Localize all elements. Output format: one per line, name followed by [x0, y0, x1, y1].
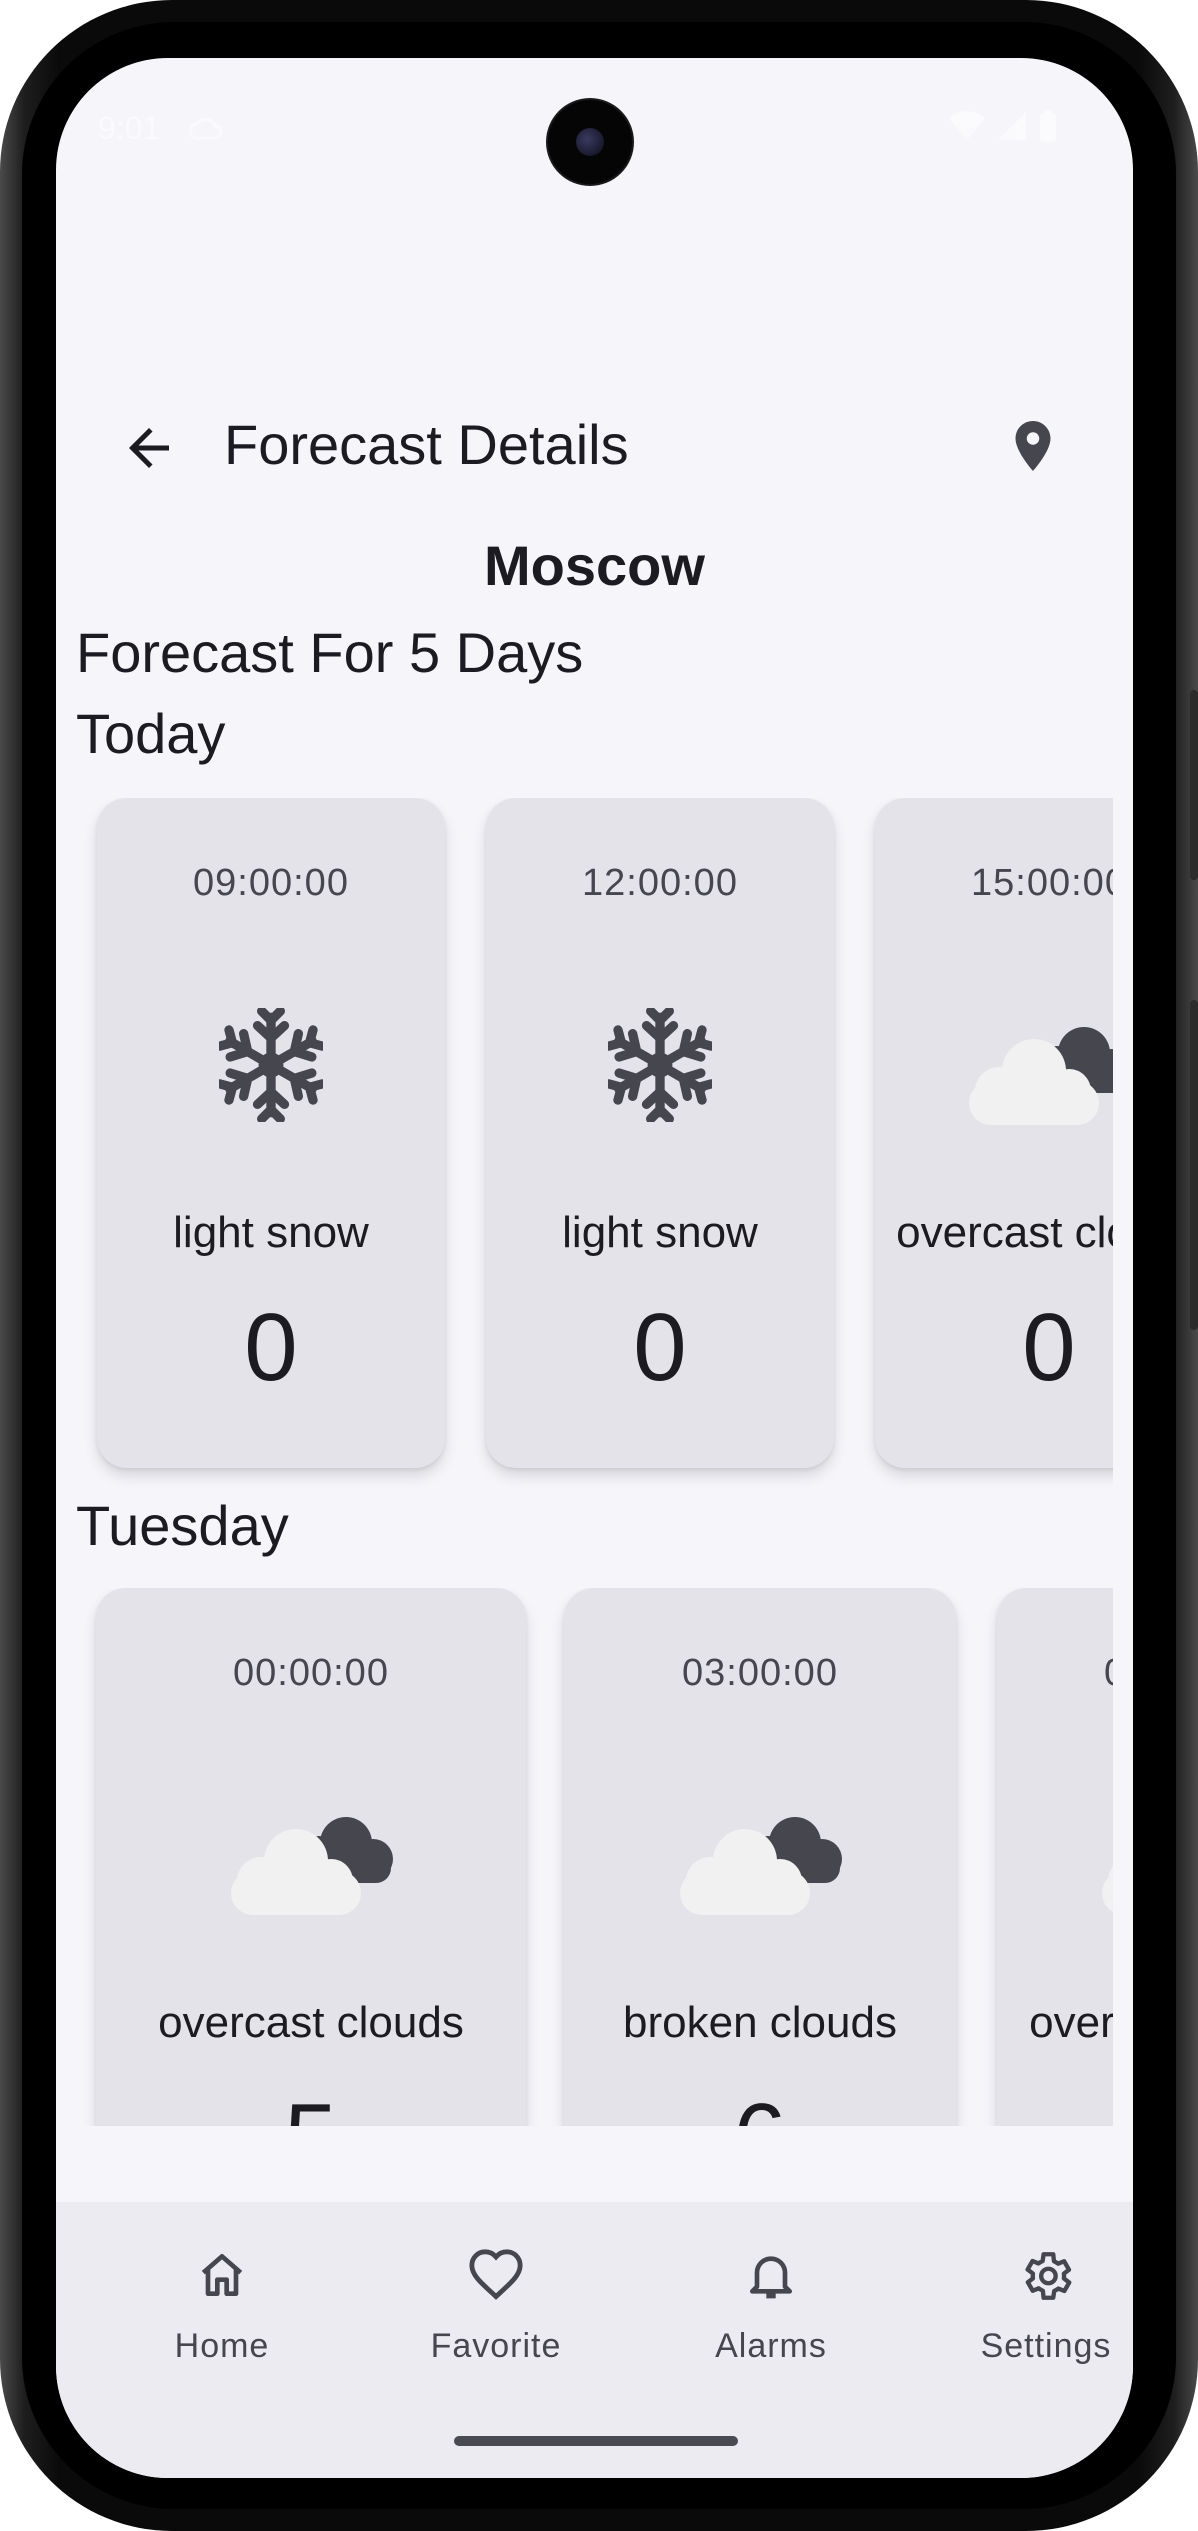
forecast-description: light snow: [562, 1208, 758, 1257]
status-time: 9:01: [98, 110, 161, 146]
heart-icon: [469, 2249, 523, 2300]
home-icon: [201, 2254, 243, 2296]
location-pin-icon[interactable]: [1003, 416, 1063, 476]
forecast-heading: Forecast For 5 Days: [76, 621, 584, 684]
nav-label: Favorite: [430, 2327, 562, 2365]
forecast-time: 09:00:00: [193, 862, 349, 904]
nav-label: Settings: [980, 2327, 1112, 2365]
snowflake-icon: [608, 1006, 712, 1126]
forecast-description: light snow: [173, 1208, 369, 1257]
day-label-tuesday: Tuesday: [76, 1494, 289, 1557]
overcast-clouds-icon: [949, 1013, 1113, 1137]
forecast-time: 12:00:00: [582, 862, 738, 904]
forecast-time: 15:00:00: [971, 862, 1113, 904]
day-label-today: Today: [76, 702, 226, 765]
forecast-card[interactable]: 00:00:00 overcast clouds 5: [96, 1588, 526, 2126]
cloud-sync-icon: [188, 113, 223, 147]
forecast-row-today[interactable]: 09:00:00 light snow 0 12:00:00 light sno…: [56, 798, 1113, 1538]
forecast-description: overcast clouds: [158, 1998, 464, 2047]
forecast-card[interactable]: 12:00:00 light snow 0: [486, 798, 834, 1468]
nav-label: Home: [174, 2327, 270, 2365]
forecast-description: overcast clouds: [896, 1208, 1113, 1257]
overcast-clouds-icon: [1082, 1803, 1113, 1927]
city-name: Moscow: [484, 534, 705, 597]
power-button: [1190, 1000, 1198, 1330]
nav-settings[interactable]: Settings: [916, 2202, 1133, 2402]
forecast-card[interactable]: 09:00:00 light snow 0: [97, 798, 445, 1468]
nav-alarms[interactable]: Alarms: [641, 2202, 901, 2402]
battery-icon: [1038, 110, 1058, 148]
snowflake-icon: [219, 1006, 323, 1126]
page-title: Forecast Details: [224, 413, 629, 476]
gear-icon: [1025, 2252, 1072, 2300]
forecast-card[interactable]: 06:00:00 overcast clouds: [997, 1588, 1113, 2126]
forecast-time: 00:00:00: [233, 1652, 389, 1694]
forecast-time: 03:00:00: [682, 1652, 838, 1694]
nav-label: Alarms: [715, 2327, 827, 2365]
top-app-bar: Forecast Details: [56, 398, 1133, 498]
forecast-time: 06:00:00: [997, 1652, 1113, 1695]
broken-clouds-icon: [660, 1803, 860, 1927]
bell-icon: [750, 2256, 792, 2299]
front-camera: [548, 100, 632, 184]
wifi-icon: [948, 110, 986, 148]
volume-button: [1190, 690, 1198, 880]
nav-home[interactable]: Home: [92, 2202, 352, 2402]
bottom-navigation: Home Favorite Alarms Settings: [56, 2202, 1133, 2478]
forecast-row-tuesday[interactable]: 00:00:00 overcast clouds 5 03:00:00: [56, 1588, 1113, 2126]
forecast-description: overcast clouds: [1029, 1998, 1113, 2047]
phone-frame: 9:01 Forecast Details Moscow Forecast Fo…: [0, 0, 1198, 2531]
screen: 9:01 Forecast Details Moscow Forecast Fo…: [56, 58, 1133, 2478]
forecast-temperature: 6: [564, 2083, 956, 2126]
nav-favorite[interactable]: Favorite: [366, 2202, 626, 2402]
forecast-temperature: 0: [1022, 1294, 1076, 1401]
forecast-card[interactable]: 03:00:00 broken clouds 6: [564, 1588, 956, 2126]
signal-icon: [996, 110, 1028, 148]
forecast-temperature: 0: [633, 1294, 687, 1401]
forecast-temperature: 0: [244, 1294, 298, 1401]
home-indicator[interactable]: [454, 2436, 738, 2446]
forecast-card[interactable]: 15:00:00 overcast clouds 0: [875, 798, 1113, 1468]
forecast-temperature: 5: [96, 2083, 526, 2126]
overcast-clouds-icon: [211, 1803, 411, 1927]
back-arrow-icon[interactable]: [119, 418, 179, 478]
forecast-description: broken clouds: [623, 1998, 897, 2047]
